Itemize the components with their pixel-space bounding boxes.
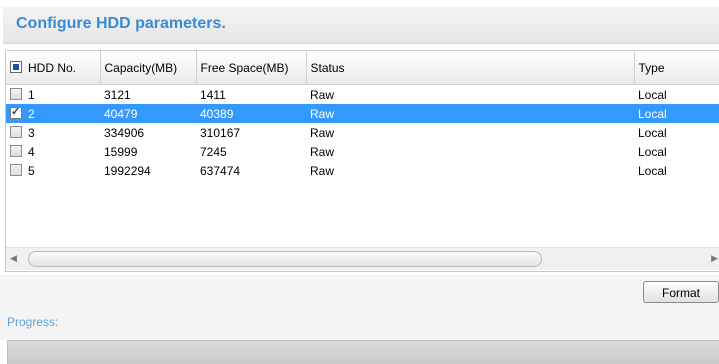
scroll-left-icon[interactable]: ◀ xyxy=(10,253,17,264)
cell-capacity: 334906 xyxy=(104,125,145,140)
cell-type: Local xyxy=(638,144,667,159)
progress-bar xyxy=(7,340,719,364)
bottom-panel xyxy=(0,275,719,340)
hdd-table-container: HDD No. Capacity(MB) Free Space(MB) Stat… xyxy=(5,50,719,272)
hdd-number: 1 xyxy=(28,87,35,102)
scrollbar-thumb[interactable] xyxy=(28,251,542,267)
hdd-table: HDD No. Capacity(MB) Free Space(MB) Stat… xyxy=(6,51,719,180)
row-checkbox[interactable] xyxy=(10,105,22,119)
horizontal-scrollbar[interactable]: ◀ ▶ xyxy=(6,247,719,270)
cell-free: 1411 xyxy=(200,87,226,102)
table-row[interactable]: 2 4047940389RawLocal xyxy=(6,104,719,123)
row-checkbox[interactable] xyxy=(10,87,22,100)
cell-capacity: 3121 xyxy=(104,87,131,102)
column-header-type[interactable]: Type xyxy=(634,51,719,85)
cell-capacity: 40479 xyxy=(100,104,196,123)
table-row[interactable]: 3 334906 310167 Raw Local xyxy=(6,123,719,142)
cell-type: Local xyxy=(638,87,667,102)
cell-capacity: 15999 xyxy=(104,144,138,159)
hdd-number: 5 xyxy=(28,163,35,178)
column-header-status[interactable]: Status xyxy=(306,51,635,85)
cell-no: 2 xyxy=(6,104,100,123)
hdd-number: 2 xyxy=(28,106,35,121)
format-button[interactable]: Format xyxy=(643,281,719,303)
table-row[interactable]: 1 3121 1411 Raw Local xyxy=(6,85,719,105)
table-header-row: HDD No. Capacity(MB) Free Space(MB) Stat… xyxy=(6,51,719,85)
page-title: Configure HDD parameters. xyxy=(16,15,226,32)
scroll-right-icon[interactable]: ▶ xyxy=(711,253,718,264)
cell-type: Local xyxy=(638,125,667,140)
cell-status: Raw xyxy=(310,163,335,178)
hdd-number: 3 xyxy=(28,125,35,140)
row-checkbox[interactable] xyxy=(10,163,22,176)
column-header-capacity[interactable]: Capacity(MB) xyxy=(100,51,197,85)
cell-free: 637474 xyxy=(200,163,241,178)
cell-type: Local xyxy=(634,104,719,123)
hdd-number: 4 xyxy=(28,144,35,159)
row-checkbox[interactable] xyxy=(10,144,22,157)
page-header: Configure HDD parameters. xyxy=(3,7,719,44)
cell-status: Raw xyxy=(310,144,335,159)
select-all-checkbox[interactable] xyxy=(10,60,22,73)
cell-no: 5 xyxy=(6,161,100,180)
column-label: HDD No. xyxy=(28,60,77,75)
table-row[interactable]: 4 15999 7245 Raw Local xyxy=(6,142,719,161)
cell-free: 7245 xyxy=(200,144,227,159)
column-header-free-space[interactable]: Free Space(MB) xyxy=(196,51,307,85)
column-header-hdd-no[interactable]: HDD No. xyxy=(6,51,101,85)
row-checkbox[interactable] xyxy=(10,125,22,138)
table-row[interactable]: 5 1992294 637474 Raw Local xyxy=(6,161,719,180)
cell-status: Raw xyxy=(310,125,335,140)
cell-status: Raw xyxy=(310,87,335,102)
cell-no: 1 xyxy=(6,85,100,105)
cell-capacity: 1992294 xyxy=(104,163,151,178)
cell-no: 3 xyxy=(6,123,100,142)
cell-type: Local xyxy=(638,163,667,178)
cell-no: 4 xyxy=(6,142,100,161)
progress-label: Progress: xyxy=(7,315,59,329)
cell-status: Raw xyxy=(306,104,634,123)
cell-free: 310167 xyxy=(200,125,241,140)
cell-free: 40389 xyxy=(196,104,306,123)
